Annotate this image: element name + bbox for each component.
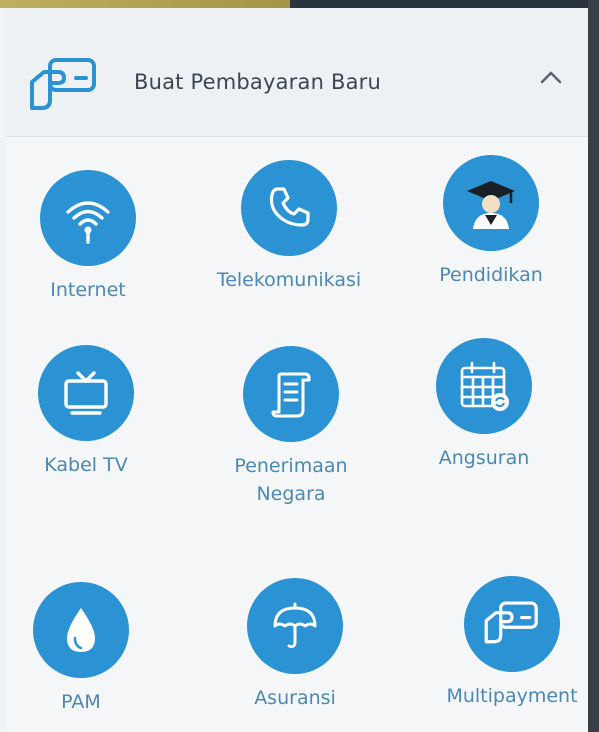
calendar-refresh-icon <box>436 338 532 434</box>
card-payment-icon <box>464 576 560 672</box>
payment-item-asuransi[interactable]: Asuransi <box>200 578 390 712</box>
card-payment-icon <box>28 56 100 116</box>
phone-icon <box>241 160 337 256</box>
item-label: Pendidikan <box>439 264 543 286</box>
payment-item-penerimaan-negara[interactable]: Penerimaan Negara <box>196 346 386 508</box>
item-label: Internet <box>50 279 126 301</box>
item-label: Angsuran <box>438 447 530 469</box>
chevron-up-icon <box>540 71 562 84</box>
item-label: Penerimaan Negara <box>234 455 348 505</box>
item-label: Multipayment <box>446 685 578 707</box>
device-bezel <box>588 0 599 732</box>
scroll-document-icon <box>243 346 339 442</box>
umbrella-icon <box>247 578 343 674</box>
item-label: Asuransi <box>254 687 336 709</box>
top-strip <box>0 0 599 8</box>
payment-item-telekomunikasi[interactable]: Telekomunikasi <box>194 160 384 294</box>
payment-item-kabel-tv[interactable]: Kabel TV <box>0 345 181 479</box>
item-label: Telekomunikasi <box>216 269 362 291</box>
item-label: Kabel TV <box>44 454 128 476</box>
wifi-icon <box>40 170 136 266</box>
payment-item-multipayment[interactable]: Multipayment <box>417 576 599 710</box>
collapse-button[interactable] <box>532 60 570 94</box>
item-label: PAM <box>61 691 101 713</box>
header-title: Buat Pembayaran Baru <box>134 70 381 94</box>
graduate-icon <box>443 155 539 251</box>
payment-item-pendidikan[interactable]: Pendidikan <box>396 155 586 289</box>
new-payment-header[interactable]: Buat Pembayaran Baru <box>6 8 588 137</box>
payment-item-angsuran[interactable]: Angsuran <box>389 338 579 472</box>
water-drop-icon <box>33 582 129 678</box>
payment-item-internet[interactable]: Internet <box>0 170 183 304</box>
tv-icon <box>38 345 134 441</box>
payment-item-pam[interactable]: PAM <box>0 582 176 716</box>
top-strip-accent <box>0 0 290 8</box>
